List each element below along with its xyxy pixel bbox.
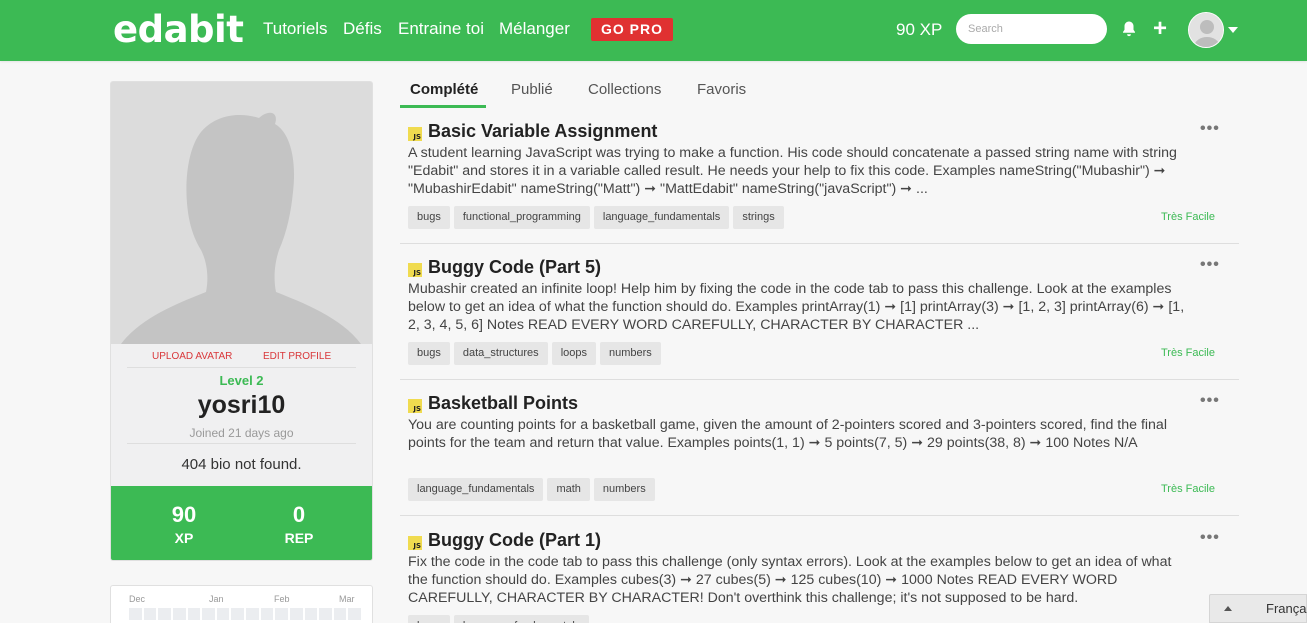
- more-options-icon[interactable]: •••: [1200, 256, 1220, 274]
- month-label: Dec: [129, 594, 146, 604]
- divider: [127, 367, 356, 368]
- tab-complete[interactable]: Complété: [410, 81, 478, 98]
- xp-label: XP: [174, 530, 194, 546]
- rep-label: REP: [284, 530, 314, 546]
- tag[interactable]: numbers: [599, 342, 661, 365]
- upload-avatar-link[interactable]: UPLOAD AVATAR: [152, 351, 232, 362]
- user-level: Level 2: [219, 373, 264, 388]
- challenge-title[interactable]: Basic Variable Assignment: [428, 121, 657, 142]
- difficulty-label: Très Facile: [1161, 347, 1215, 359]
- top-navbar: edabit Tutoriels Défis Entraine toi Méla…: [0, 0, 1307, 61]
- tag-list: bugs functional_programming language_fun…: [408, 206, 784, 229]
- js-language-icon: JS: [408, 399, 422, 413]
- tag[interactable]: language_fundamentals: [408, 478, 544, 501]
- tag[interactable]: numbers: [593, 478, 655, 501]
- edit-profile-link[interactable]: EDIT PROFILE: [263, 351, 331, 362]
- chevron-down-icon[interactable]: [1228, 27, 1238, 33]
- js-language-icon: JS: [408, 263, 422, 277]
- tag[interactable]: loops: [551, 342, 596, 365]
- activity-calendar: Dec Jan Feb Mar: [110, 585, 373, 623]
- calendar-cell: [289, 608, 303, 620]
- more-options-icon[interactable]: •••: [1200, 392, 1220, 410]
- language-label[interactable]: Français: [1266, 601, 1307, 616]
- tab-publie[interactable]: Publié: [511, 81, 553, 98]
- xp-value: 90: [171, 502, 197, 527]
- user-bio: 404 bio not found.: [181, 456, 302, 473]
- nav-link-tutoriels[interactable]: Tutoriels: [263, 19, 328, 39]
- go-pro-button[interactable]: GO PRO: [591, 18, 673, 41]
- challenge-card[interactable]: JS Buggy Code (Part 1) ••• Fix the code …: [400, 525, 1239, 623]
- js-language-icon: JS: [408, 127, 422, 141]
- challenge-card[interactable]: JS Buggy Code (Part 5) ••• Mubashir crea…: [400, 252, 1239, 380]
- calendar-grid: [129, 608, 361, 623]
- xp-counter: 90 XP: [896, 20, 943, 39]
- calendar-cell: [275, 608, 288, 620]
- difficulty-label: Très Facile: [1161, 211, 1215, 223]
- js-language-icon: JS: [408, 536, 422, 550]
- month-label: Jan: [209, 594, 224, 604]
- language-selector[interactable]: Français: [1209, 594, 1307, 623]
- tag[interactable]: math: [547, 478, 590, 501]
- challenge-description: Mubashir created an infinite loop! Help …: [408, 281, 1185, 333]
- chevron-up-icon[interactable]: [1224, 606, 1232, 611]
- challenge-card[interactable]: JS Basketball Points ••• You are countin…: [400, 388, 1239, 516]
- calendar-cell: [158, 608, 171, 620]
- joined-date: Joined 21 days ago: [189, 426, 294, 440]
- tag-list: bugs data_structures loops numbers: [408, 342, 661, 365]
- challenge-title[interactable]: Buggy Code (Part 1): [428, 530, 601, 551]
- challenge-card[interactable]: JS Basic Variable Assignment ••• A stude…: [400, 116, 1239, 244]
- calendar-cell: [348, 608, 361, 620]
- nav-link-defis[interactable]: Défis: [343, 19, 382, 39]
- tag[interactable]: strings: [733, 206, 784, 229]
- challenge-title[interactable]: Buggy Code (Part 5): [428, 257, 601, 278]
- avatar[interactable]: [1188, 12, 1224, 48]
- tag[interactable]: language_fundamentals: [453, 615, 590, 623]
- calendar-cell: [172, 608, 186, 620]
- challenge-description: Fix the code in the code tab to pass thi…: [408, 554, 1172, 606]
- tag[interactable]: functional_programming: [453, 206, 590, 229]
- calendar-cell: [246, 608, 259, 620]
- tag[interactable]: bugs: [408, 342, 450, 365]
- difficulty-label: Très Facile: [1161, 483, 1215, 495]
- tag[interactable]: data_structures: [453, 342, 548, 365]
- nav-link-melanger[interactable]: Mélanger: [499, 19, 570, 39]
- profile-avatar-image: [111, 82, 372, 344]
- active-tab-indicator: [400, 105, 486, 108]
- calendar-cell: [260, 608, 274, 620]
- calendar-cell: [202, 608, 215, 620]
- divider: [127, 443, 356, 444]
- more-options-icon[interactable]: •••: [1200, 529, 1220, 547]
- bell-icon[interactable]: [1120, 20, 1138, 38]
- calendar-cell: [143, 608, 157, 620]
- edabit-logo[interactable]: edabit: [113, 8, 244, 51]
- month-label: Feb: [274, 594, 290, 604]
- tag[interactable]: bugs: [408, 206, 450, 229]
- tag[interactable]: language_fundamentals: [593, 206, 730, 229]
- challenge-title[interactable]: Basketball Points: [428, 393, 578, 414]
- tag[interactable]: bugs: [408, 615, 450, 623]
- rep-value: 0: [292, 502, 306, 527]
- challenge-description: You are counting points for a basketball…: [408, 417, 1167, 451]
- profile-card: UPLOAD AVATAR EDIT PROFILE Level 2 yosri…: [110, 81, 373, 561]
- challenge-description: A student learning JavaScript was trying…: [408, 145, 1177, 197]
- calendar-cell: [333, 608, 347, 620]
- search-input[interactable]: [956, 14, 1107, 44]
- calendar-cell: [304, 608, 318, 620]
- tag-list: bugs language_fundamentals: [408, 615, 590, 623]
- month-label: Mar: [339, 594, 355, 604]
- tab-favoris[interactable]: Favoris: [697, 81, 746, 98]
- more-options-icon[interactable]: •••: [1200, 120, 1220, 138]
- calendar-cell: [129, 608, 142, 620]
- tag-list: language_fundamentals math numbers: [408, 478, 655, 501]
- calendar-cell: [319, 608, 332, 620]
- nav-link-entraine-toi[interactable]: Entraine toi: [398, 19, 484, 39]
- stats-panel: 90 XP 0 REP: [111, 486, 372, 560]
- calendar-cell: [187, 608, 201, 620]
- plus-icon[interactable]: +: [1153, 17, 1167, 41]
- calendar-cell: [231, 608, 244, 620]
- calendar-cell: [216, 608, 230, 620]
- tab-collections[interactable]: Collections: [588, 81, 661, 98]
- username: yosri10: [197, 391, 286, 419]
